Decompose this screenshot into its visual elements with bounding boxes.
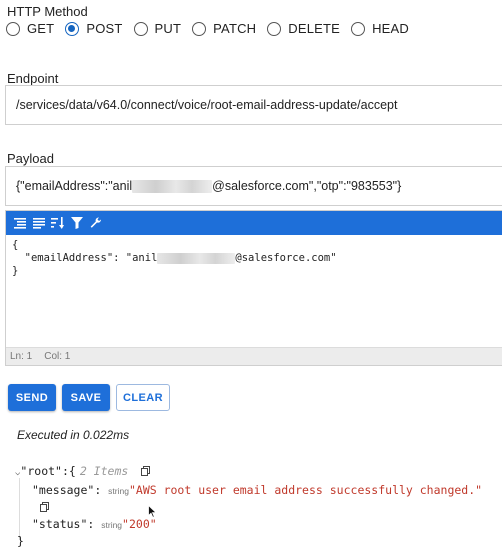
radio-patch[interactable] [192, 21, 207, 36]
method-label-head: HEAD [372, 21, 409, 36]
message-type: string [108, 486, 129, 496]
method-option-patch[interactable]: PATCH [192, 21, 256, 36]
message-value: "AWS root user email address successfull… [128, 483, 483, 497]
editor-line-1: { [12, 239, 19, 251]
root-item-count: 2 Items [79, 464, 129, 478]
method-label-post: POST [86, 21, 123, 36]
send-button[interactable]: SEND [8, 384, 56, 411]
json-editor[interactable]: { "emailAddress": "anil @salesforce.com"}… [5, 210, 502, 366]
radio-get[interactable] [6, 21, 20, 36]
radio-delete[interactable] [267, 21, 282, 36]
method-label-get: GET [27, 21, 55, 36]
root-open: :{ [61, 464, 76, 478]
payload-value-prefix: {"emailAddress":"anil [16, 179, 133, 193]
execution-time: Executed in 0.022ms [17, 428, 130, 442]
editor-content[interactable]: { "emailAddress": "anil @salesforce.com"} [6, 235, 502, 282]
json-close-brace: } [17, 534, 24, 548]
message-copy-line [40, 500, 49, 515]
compact-icon[interactable] [31, 216, 46, 231]
copy-icon[interactable] [40, 501, 49, 515]
payload-value-suffix: @salesforce.com","otp":"983553"} [212, 179, 402, 193]
json-message-line: "message": string"AWS root user email ad… [32, 483, 483, 497]
repair-icon[interactable] [88, 216, 103, 231]
payload-input[interactable]: {"emailAddress":"anil @salesforce.com","… [5, 166, 502, 206]
status-type: string [101, 520, 123, 530]
tree-guide-line [19, 478, 20, 540]
json-status-line: "status": string"200" [32, 517, 157, 531]
editor-line-2-prefix: "emailAddress": "anil [12, 252, 158, 264]
status-column: Col: 1 [44, 351, 71, 362]
clear-button[interactable]: CLEAR [116, 384, 170, 411]
mouse-cursor-icon [148, 504, 158, 523]
http-method-label: HTTP Method [7, 4, 88, 19]
save-button[interactable]: SAVE [62, 384, 110, 411]
http-method-radio-group: GET POST PUT PATCH DELETE HEAD [6, 21, 420, 36]
method-label-delete: DELETE [288, 21, 341, 36]
radio-head[interactable] [351, 21, 366, 36]
method-option-post[interactable]: POST [65, 21, 122, 36]
method-label-patch: PATCH [213, 21, 257, 36]
format-icon[interactable] [12, 216, 27, 231]
method-option-delete[interactable]: DELETE [267, 21, 340, 36]
redacted-email-blur [132, 179, 213, 193]
endpoint-value: /services/data/v64.0/connect/voice/root-… [16, 98, 398, 112]
method-option-head[interactable]: HEAD [351, 21, 409, 36]
editor-line-3: } [12, 265, 19, 277]
radio-put[interactable] [133, 21, 148, 36]
endpoint-input[interactable]: /services/data/v64.0/connect/voice/root-… [5, 85, 502, 125]
method-option-get[interactable]: GET [6, 21, 54, 36]
editor-toolbar [6, 211, 502, 235]
status-key: "status" [32, 517, 88, 531]
editor-line-2: "emailAddress": "anil @salesforce.com" [12, 252, 496, 265]
method-label-put: PUT [154, 21, 182, 36]
editor-status-bar: Ln: 1 Col: 1 [6, 347, 502, 365]
filter-icon[interactable] [69, 216, 84, 231]
root-key: "root" [20, 464, 62, 478]
sort-icon[interactable] [50, 216, 65, 231]
redacted-email-blur [157, 252, 236, 264]
copy-icon[interactable] [141, 465, 151, 479]
editor-line-2-suffix: @salesforce.com" [235, 252, 337, 264]
json-root-line: ⌵"root":{2 Items [15, 464, 151, 480]
radio-post[interactable] [65, 21, 80, 36]
message-key: "message" [32, 483, 95, 497]
status-line: Ln: 1 [10, 351, 33, 362]
endpoint-label: Endpoint [7, 71, 59, 86]
payload-label: Payload [7, 151, 54, 166]
method-option-put[interactable]: PUT [133, 21, 182, 36]
